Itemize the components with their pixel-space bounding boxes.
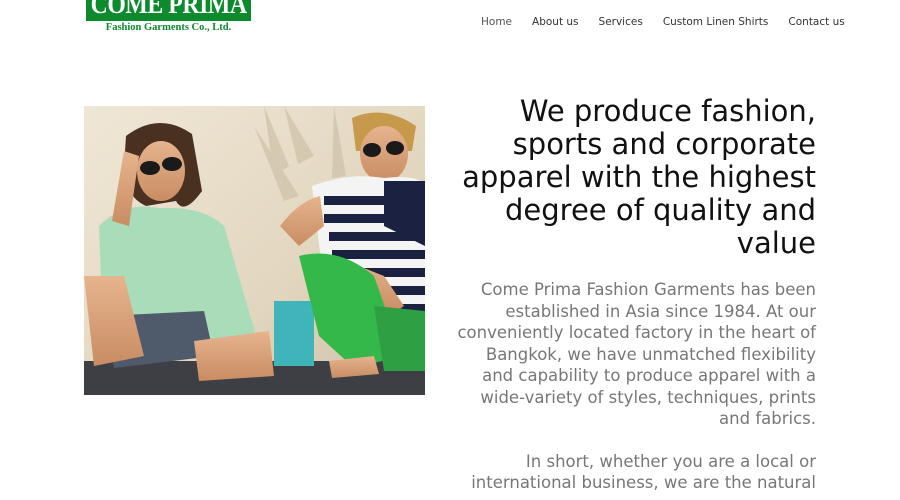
hero-photo: [84, 106, 425, 395]
page-headline: We produce fashion, sports and corporate…: [462, 94, 816, 260]
hero-image: [84, 106, 425, 395]
intro-paragraph: Come Prima Fashion Garments has been est…: [457, 280, 816, 428]
intro-paragraph-2: In short, whether you are a local or int…: [471, 451, 816, 493]
nav-item-home[interactable]: Home: [481, 16, 512, 28]
site-logo[interactable]: COME PRIMA Fashion Garments Co., Ltd.: [86, 0, 251, 33]
nav-item-about-us[interactable]: About us: [532, 16, 579, 28]
nav-item-services[interactable]: Services: [599, 16, 643, 28]
nav-item-custom-linen-shirts[interactable]: Custom Linen Shirts: [663, 16, 769, 28]
nav-item-contact-us[interactable]: Contact us: [788, 16, 844, 28]
main-nav: Home About us Services Custom Linen Shir…: [481, 16, 865, 28]
intro-section: We produce fashion, sports and corporate…: [456, 95, 816, 494]
logo-title: COME PRIMA: [90, 0, 247, 19]
logo-subtitle: Fashion Garments Co., Ltd.: [105, 22, 232, 33]
logo-banner: COME PRIMA: [86, 0, 251, 21]
